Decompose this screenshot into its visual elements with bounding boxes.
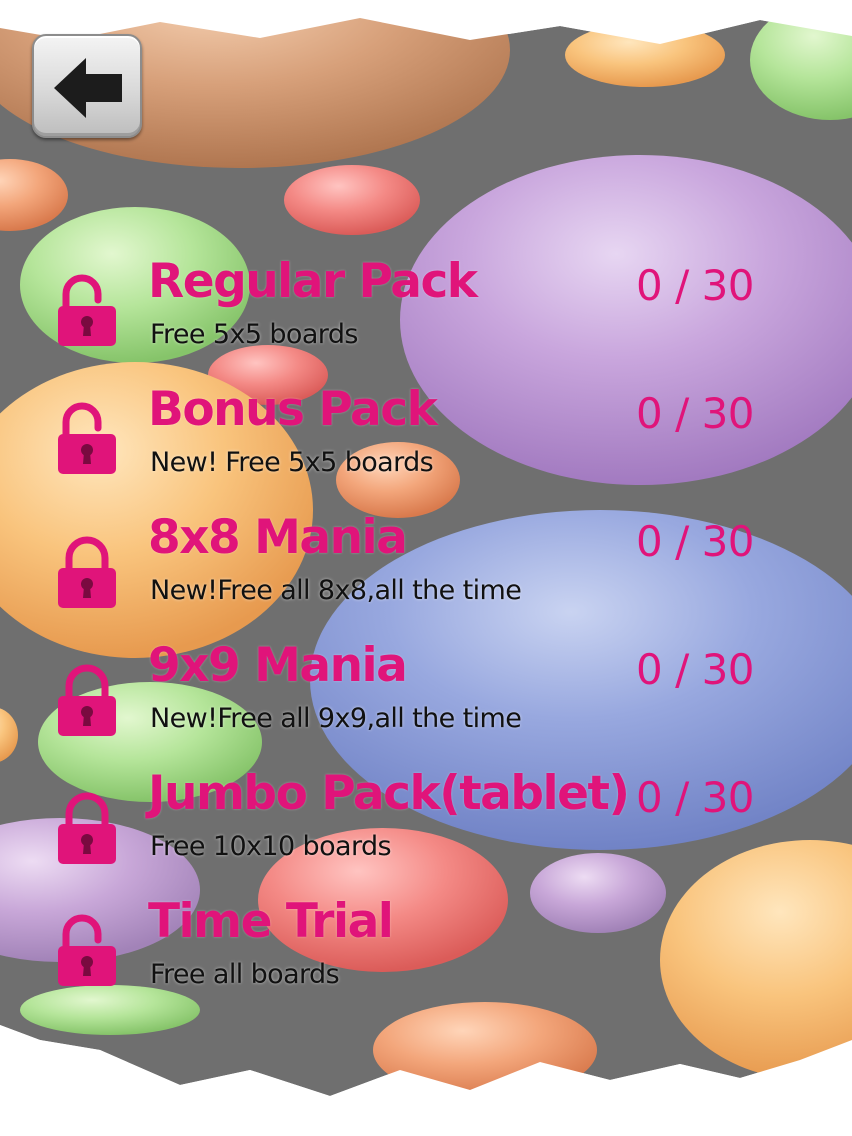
pack-subtitle: New!Free all 8x8,all the time (150, 575, 522, 606)
pack-subtitle: Free all boards (150, 959, 340, 990)
pack-title: 8x8 Mania (148, 510, 408, 565)
pack-row-bonus[interactable]: Bonus Pack New! Free 5x5 boards 0 / 30 (0, 376, 852, 496)
pack-subtitle: New! Free 5x5 boards (150, 447, 434, 478)
pack-row-9x9-mania[interactable]: 9x9 Mania New!Free all 9x9,all the time … (0, 632, 852, 752)
pack-title: Jumbo Pack(tablet) (148, 766, 630, 821)
pack-row-regular[interactable]: Regular Pack Free 5x5 boards 0 / 30 (0, 248, 852, 368)
pack-select-screen: Regular Pack Free 5x5 boards 0 / 30 Bonu… (0, 0, 852, 1136)
pack-progress: 0 / 30 (636, 261, 755, 310)
pack-title: Time Trial (148, 894, 394, 949)
pack-row-time-trial[interactable]: Time Trial Free all boards (0, 888, 852, 1008)
pack-row-8x8-mania[interactable]: 8x8 Mania New!Free all 8x8,all the time … (0, 504, 852, 624)
pack-row-jumbo[interactable]: Jumbo Pack(tablet) Free 10x10 boards 0 /… (0, 760, 852, 880)
pack-subtitle: Free 10x10 boards (150, 831, 392, 862)
unlocked-padlock-icon (58, 914, 116, 986)
pack-subtitle: Free 5x5 boards (150, 319, 358, 350)
back-button[interactable] (32, 34, 142, 138)
pack-subtitle: New!Free all 9x9,all the time (150, 703, 522, 734)
pack-progress: 0 / 30 (636, 389, 755, 438)
unlocked-padlock-icon (58, 402, 116, 474)
unlocked-padlock-icon (58, 274, 116, 346)
locked-padlock-icon (58, 536, 116, 608)
pack-title: 9x9 Mania (148, 638, 408, 693)
locked-padlock-icon (58, 792, 116, 864)
pack-progress: 0 / 30 (636, 517, 755, 566)
arrow-left-icon (54, 58, 122, 118)
pack-progress: 0 / 30 (636, 645, 755, 694)
pack-title: Bonus Pack (148, 382, 438, 437)
locked-padlock-icon (58, 664, 116, 736)
pack-title: Regular Pack (148, 254, 478, 309)
pack-progress: 0 / 30 (636, 773, 755, 822)
